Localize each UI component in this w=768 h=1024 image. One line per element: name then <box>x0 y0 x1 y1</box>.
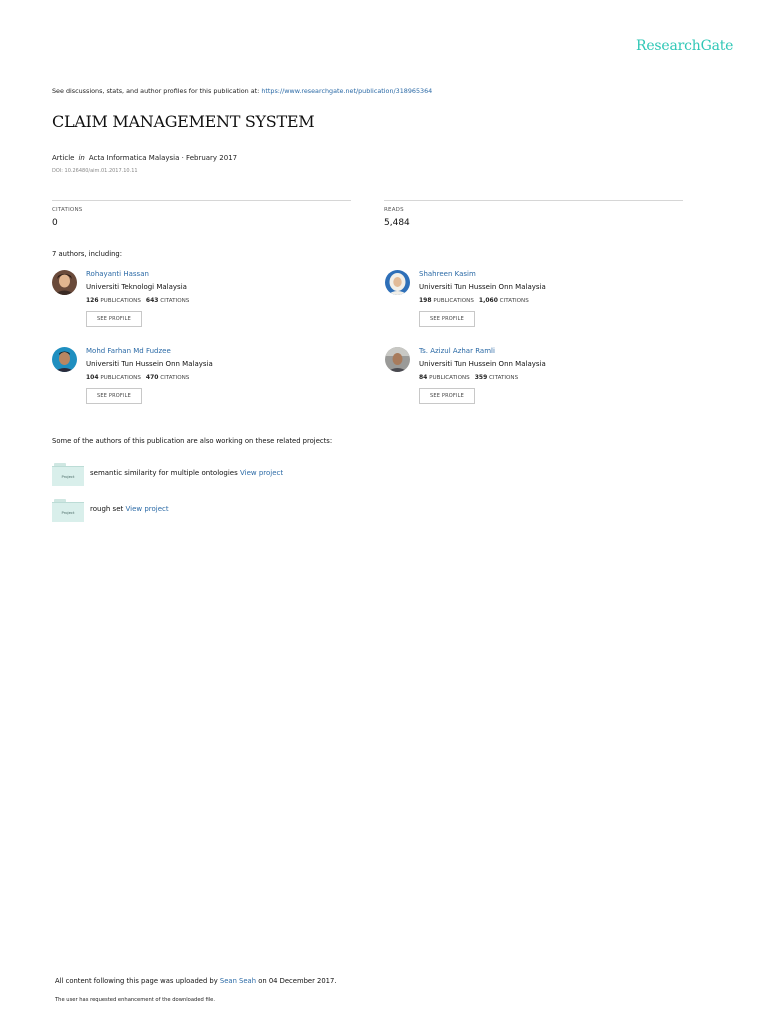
article-meta: Article in Acta Informatica Malaysia · Feb… <box>52 154 237 162</box>
folder-icon: Project <box>52 499 84 523</box>
journal-info: Acta Informatica Malaysia · February 201… <box>88 154 238 162</box>
authors-heading: 7 authors, including: <box>52 250 122 258</box>
project-item: Project rough set View project <box>52 499 452 527</box>
see-profile-button[interactable]: SEE PROFILE <box>419 388 475 404</box>
citations-label: CITATIONS <box>52 207 83 213</box>
upload-suffix: on 04 December 2017. <box>256 977 337 985</box>
view-project-link[interactable]: View project <box>125 505 168 513</box>
author-stats: 126 PUBLICATIONS 643 CITATIONS <box>86 297 189 304</box>
author-name-link[interactable]: Shahreen Kasim <box>419 270 476 278</box>
project-text: semantic similarity for multiple ontolog… <box>90 469 283 477</box>
doi: DOI: 10.26480/aim.01.2017.10.11 <box>52 168 138 174</box>
publications-count: 104 <box>86 374 99 381</box>
see-profile-button[interactable]: SEE PROFILE <box>86 311 142 327</box>
citations-label: CITATIONS <box>160 375 190 381</box>
view-project-link[interactable]: View project <box>240 469 283 477</box>
reads-label: READS <box>384 207 404 213</box>
citations-value: 0 <box>52 218 58 228</box>
author-institution: Universiti Tun Hussein Onn Malaysia <box>419 283 546 291</box>
author-card: Rohayanti Hassan Universiti Teknologi Ma… <box>52 270 352 336</box>
see-profile-button[interactable]: SEE PROFILE <box>419 311 475 327</box>
project-name: rough set <box>90 505 124 513</box>
publication-url-link[interactable]: https://www.researchgate.net/publication… <box>261 87 432 95</box>
author-institution: Universiti Tun Hussein Onn Malaysia <box>86 360 213 368</box>
avatar[interactable] <box>52 270 77 295</box>
page-title: CLAIM MANAGEMENT SYSTEM <box>52 112 315 131</box>
researchgate-logo[interactable]: ResearchGate <box>636 38 733 54</box>
avatar[interactable] <box>385 270 410 295</box>
publications-count: 84 <box>419 374 428 381</box>
folder-icon: Project <box>52 463 84 487</box>
author-institution: Universiti Tun Hussein Onn Malaysia <box>419 360 546 368</box>
project-text: rough set View project <box>90 505 169 513</box>
author-card: Mohd Farhan Md Fudzee Universiti Tun Hus… <box>52 347 352 413</box>
publications-count: 198 <box>419 297 432 304</box>
see-profile-button[interactable]: SEE PROFILE <box>86 388 142 404</box>
publications-label: PUBLICATIONS <box>100 375 141 381</box>
article-type: Article <box>52 154 75 162</box>
citations-count: 359 <box>474 374 488 381</box>
publications-label: PUBLICATIONS <box>429 375 470 381</box>
folder-icon-label: Project <box>61 474 75 479</box>
author-name-link[interactable]: Ts. Azizul Azhar Ramli <box>419 347 495 355</box>
citations-count: 1,060 <box>478 297 498 304</box>
upload-note: All content following this page was uplo… <box>55 977 337 985</box>
publication-link-line: See discussions, stats, and author profi… <box>52 87 432 95</box>
publications-count: 126 <box>86 297 99 304</box>
project-item: Project semantic similarity for multiple… <box>52 463 452 491</box>
author-stats: 198 PUBLICATIONS 1,060 CITATIONS <box>419 297 529 304</box>
upload-prefix: All content following this page was uplo… <box>55 977 220 985</box>
author-stats: 84 PUBLICATIONS 359 CITATIONS <box>419 374 518 381</box>
reads-value: 5,484 <box>384 218 410 228</box>
citations-count: 643 <box>145 297 159 304</box>
folder-icon-label: Project <box>61 510 75 515</box>
uploader-link[interactable]: Sean Seah <box>220 977 256 985</box>
author-institution: Universiti Teknologi Malaysia <box>86 283 187 291</box>
enhancement-note: The user has requested enhancement of th… <box>55 997 216 1003</box>
avatar[interactable] <box>385 347 410 372</box>
avatar[interactable] <box>52 347 77 372</box>
author-name-link[interactable]: Rohayanti Hassan <box>86 270 149 278</box>
citations-label: CITATIONS <box>499 298 529 304</box>
author-card: Ts. Azizul Azhar Ramli Universiti Tun Hu… <box>385 347 685 413</box>
publications-label: PUBLICATIONS <box>433 298 474 304</box>
see-line-prefix: See discussions, stats, and author profi… <box>52 87 262 95</box>
related-projects-heading: Some of the authors of this publication … <box>52 437 333 445</box>
citations-label: CITATIONS <box>489 375 519 381</box>
citations-label: CITATIONS <box>160 298 190 304</box>
reads-divider <box>384 200 683 201</box>
project-name: semantic similarity for multiple ontolog… <box>90 469 238 477</box>
author-card: Shahreen Kasim Universiti Tun Hussein On… <box>385 270 685 336</box>
author-stats: 104 PUBLICATIONS 470 CITATIONS <box>86 374 189 381</box>
citations-divider <box>52 200 351 201</box>
author-name-link[interactable]: Mohd Farhan Md Fudzee <box>86 347 171 355</box>
article-in: in <box>78 154 85 162</box>
publications-label: PUBLICATIONS <box>100 298 141 304</box>
citations-count: 470 <box>145 374 159 381</box>
